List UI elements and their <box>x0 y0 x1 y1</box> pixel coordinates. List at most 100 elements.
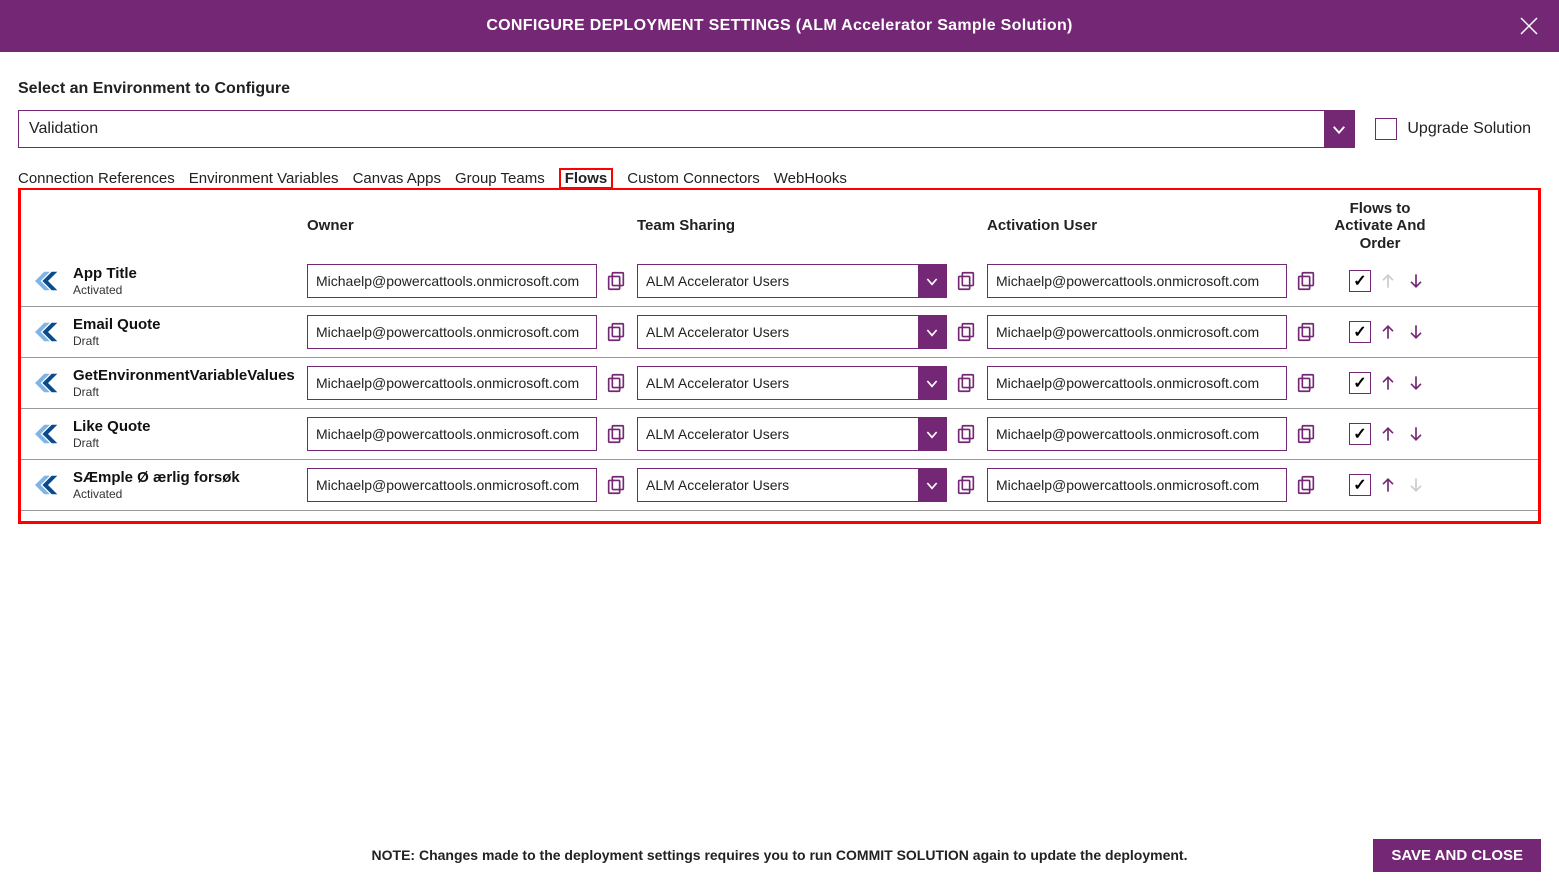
footer: NOTE: Changes made to the deployment set… <box>0 847 1559 863</box>
move-down-icon[interactable] <box>1405 321 1427 343</box>
activate-checkbox[interactable] <box>1349 423 1371 445</box>
owner-input[interactable]: Michaelp@powercattools.onmicrosoft.com <box>307 315 597 349</box>
copy-icon[interactable] <box>1295 372 1317 394</box>
header-activate: Flows to Activate And Order <box>1327 200 1437 252</box>
activate-checkbox[interactable] <box>1349 372 1371 394</box>
chevron-down-icon <box>918 265 946 297</box>
activation-user-input[interactable]: Michaelp@powercattools.onmicrosoft.com <box>987 366 1287 400</box>
flow-row: Email Quote Draft Michaelp@powercattools… <box>21 307 1538 358</box>
copy-icon[interactable] <box>1295 321 1317 343</box>
copy-icon[interactable] <box>955 270 977 292</box>
activation-user-input[interactable]: Michaelp@powercattools.onmicrosoft.com <box>987 468 1287 502</box>
tab-group-teams[interactable]: Group Teams <box>455 170 545 187</box>
flow-icon <box>33 370 63 396</box>
flow-row: App Title Activated Michaelp@powercattoo… <box>21 256 1538 307</box>
tab-connection-references[interactable]: Connection References <box>18 170 175 187</box>
header-activation: Activation User <box>987 217 1327 234</box>
flow-status: Activated <box>73 283 137 297</box>
tab-canvas-apps[interactable]: Canvas Apps <box>353 170 441 187</box>
activation-user-input[interactable]: Michaelp@powercattools.onmicrosoft.com <box>987 417 1287 451</box>
flows-panel: Owner Team Sharing Activation User Flows… <box>18 188 1541 524</box>
owner-input[interactable]: Michaelp@powercattools.onmicrosoft.com <box>307 366 597 400</box>
chevron-down-icon <box>1324 111 1354 147</box>
move-up-icon[interactable] <box>1377 423 1399 445</box>
copy-icon[interactable] <box>1295 270 1317 292</box>
activate-checkbox[interactable] <box>1349 474 1371 496</box>
team-sharing-value: ALM Accelerator Users <box>638 324 918 340</box>
copy-icon[interactable] <box>1295 474 1317 496</box>
team-sharing-select[interactable]: ALM Accelerator Users <box>637 264 947 298</box>
copy-icon[interactable] <box>955 321 977 343</box>
chevron-down-icon <box>918 469 946 501</box>
flow-title: GetEnvironmentVariableValues <box>73 367 295 384</box>
team-sharing-value: ALM Accelerator Users <box>638 273 918 289</box>
tabs: Connection References Environment Variabl… <box>18 170 1541 189</box>
copy-icon[interactable] <box>605 474 627 496</box>
flow-status: Draft <box>73 334 161 348</box>
close-icon[interactable] <box>1517 14 1541 38</box>
environment-select-value: Validation <box>19 120 1324 138</box>
activation-user-input[interactable]: Michaelp@powercattools.onmicrosoft.com <box>987 264 1287 298</box>
tab-custom-connectors[interactable]: Custom Connectors <box>627 170 760 187</box>
flow-icon <box>33 472 63 498</box>
activate-checkbox[interactable] <box>1349 270 1371 292</box>
header-owner: Owner <box>307 217 637 234</box>
flow-row: SÆmple Ø ærlig forsøk Activated Michaelp… <box>21 460 1538 511</box>
flow-status: Draft <box>73 436 151 450</box>
tab-webhooks[interactable]: WebHooks <box>774 170 847 187</box>
tab-flows[interactable]: Flows <box>559 168 614 189</box>
move-up-icon[interactable] <box>1377 321 1399 343</box>
flow-row: Like Quote Draft Michaelp@powercattools.… <box>21 409 1538 460</box>
flow-status: Activated <box>73 487 240 501</box>
flow-title: Email Quote <box>73 316 161 333</box>
titlebar-title: CONFIGURE DEPLOYMENT SETTINGS (ALM Accel… <box>486 17 1072 35</box>
flow-icon <box>33 268 63 294</box>
move-up-icon <box>1377 270 1399 292</box>
activation-user-input[interactable]: Michaelp@powercattools.onmicrosoft.com <box>987 315 1287 349</box>
move-down-icon <box>1405 474 1427 496</box>
team-sharing-value: ALM Accelerator Users <box>638 426 918 442</box>
team-sharing-value: ALM Accelerator Users <box>638 477 918 493</box>
copy-icon[interactable] <box>955 372 977 394</box>
move-down-icon[interactable] <box>1405 270 1427 292</box>
titlebar: CONFIGURE DEPLOYMENT SETTINGS (ALM Accel… <box>0 0 1559 52</box>
copy-icon[interactable] <box>605 321 627 343</box>
chevron-down-icon <box>918 316 946 348</box>
copy-icon[interactable] <box>605 423 627 445</box>
chevron-down-icon <box>918 418 946 450</box>
copy-icon[interactable] <box>1295 423 1317 445</box>
copy-icon[interactable] <box>955 423 977 445</box>
flow-status: Draft <box>73 385 295 399</box>
tab-environment-variables[interactable]: Environment Variables <box>189 170 339 187</box>
move-down-icon[interactable] <box>1405 423 1427 445</box>
flow-title: App Title <box>73 265 137 282</box>
environment-select[interactable]: Validation <box>18 110 1355 148</box>
owner-input[interactable]: Michaelp@powercattools.onmicrosoft.com <box>307 468 597 502</box>
move-up-icon[interactable] <box>1377 474 1399 496</box>
environment-label: Select an Environment to Configure <box>18 80 1541 98</box>
flow-title: SÆmple Ø ærlig forsøk <box>73 469 240 486</box>
move-down-icon[interactable] <box>1405 372 1427 394</box>
copy-icon[interactable] <box>605 372 627 394</box>
team-sharing-select[interactable]: ALM Accelerator Users <box>637 315 947 349</box>
flow-row: GetEnvironmentVariableValues Draft Micha… <box>21 358 1538 409</box>
team-sharing-select[interactable]: ALM Accelerator Users <box>637 366 947 400</box>
activate-checkbox[interactable] <box>1349 321 1371 343</box>
upgrade-solution-label: Upgrade Solution <box>1407 120 1531 138</box>
owner-input[interactable]: Michaelp@powercattools.onmicrosoft.com <box>307 417 597 451</box>
chevron-down-icon <box>918 367 946 399</box>
copy-icon[interactable] <box>605 270 627 292</box>
team-sharing-select[interactable]: ALM Accelerator Users <box>637 468 947 502</box>
team-sharing-select[interactable]: ALM Accelerator Users <box>637 417 947 451</box>
copy-icon[interactable] <box>955 474 977 496</box>
flow-icon <box>33 319 63 345</box>
save-and-close-button[interactable]: SAVE AND CLOSE <box>1373 839 1541 872</box>
footer-note: NOTE: Changes made to the deployment set… <box>18 847 1541 863</box>
flow-title: Like Quote <box>73 418 151 435</box>
flow-icon <box>33 421 63 447</box>
owner-input[interactable]: Michaelp@powercattools.onmicrosoft.com <box>307 264 597 298</box>
move-up-icon[interactable] <box>1377 372 1399 394</box>
header-team: Team Sharing <box>637 217 987 234</box>
upgrade-solution-checkbox[interactable] <box>1375 118 1397 140</box>
team-sharing-value: ALM Accelerator Users <box>638 375 918 391</box>
